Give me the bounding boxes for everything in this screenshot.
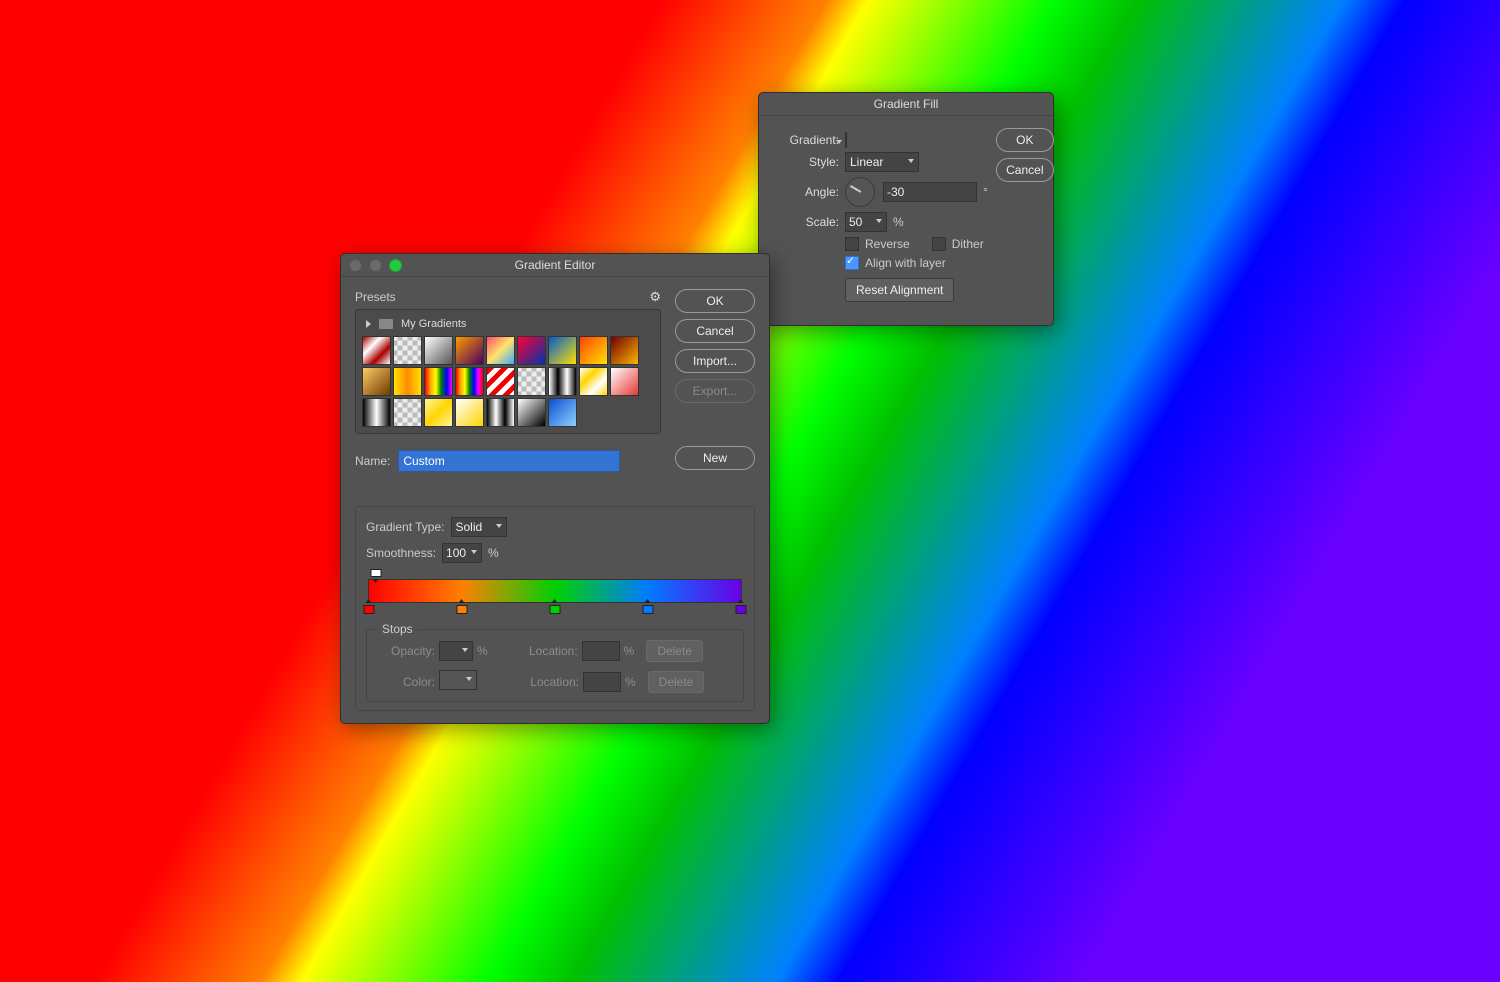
angle-unit: ° [983,185,988,199]
editor-ok-button[interactable]: OK [675,289,755,313]
preset-swatch[interactable] [362,367,391,396]
opacity-stop[interactable] [371,569,382,580]
smoothness-unit: % [488,546,499,560]
preset-swatch[interactable] [610,367,639,396]
export-button[interactable]: Export... [675,379,755,403]
gradient-fill-dialog: Gradient Fill Gradient: Style: Linear An… [758,92,1054,326]
gradient-editor-title: Gradient Editor [515,258,596,272]
preset-swatch[interactable] [517,398,546,427]
presets-panel: My Gradients [355,309,661,434]
gradient-settings-group: Gradient Type: Solid Smoothness: % [355,506,755,711]
opacity-location-input [582,641,620,661]
color-stop[interactable] [364,602,375,615]
stops-label: Stops [377,622,418,636]
gradient-editor-dialog: Gradient Editor Presets ⚙︎ My Gradients [340,253,770,724]
opacity-label: Opacity: [377,644,435,658]
dither-label: Dither [952,237,984,251]
folder-icon [379,319,393,329]
presets-folder[interactable]: My Gradients [362,316,654,336]
preset-swatch[interactable] [393,336,422,365]
reverse-label: Reverse [865,237,910,251]
preset-swatch[interactable] [424,336,453,365]
style-select[interactable]: Linear [845,152,919,172]
angle-label: Angle: [773,185,839,199]
name-label: Name: [355,454,390,468]
new-button[interactable]: New [675,446,755,470]
gradient-picker[interactable] [845,133,847,147]
gradient-bar[interactable] [368,579,742,603]
preset-swatch[interactable] [486,398,515,427]
gradient-editor-titlebar[interactable]: Gradient Editor [341,254,769,277]
color-location-input [583,672,621,692]
align-label: Align with layer [865,256,946,270]
preset-swatch[interactable] [455,398,484,427]
preset-swatch[interactable] [455,367,484,396]
preset-swatch[interactable] [393,398,422,427]
type-label: Gradient Type: [366,520,445,534]
preset-swatch[interactable] [424,367,453,396]
name-input[interactable] [398,450,620,472]
color-stop[interactable] [550,602,561,615]
smoothness-label: Smoothness: [366,546,436,560]
delete-opacity-stop-button[interactable]: Delete [646,640,703,662]
type-select[interactable]: Solid [451,517,507,537]
window-minimize-icon[interactable] [369,259,382,272]
color-stop[interactable] [736,602,747,615]
chevron-right-icon [366,320,371,328]
window-zoom-icon[interactable] [389,259,402,272]
folder-name: My Gradients [401,318,466,330]
preset-swatch[interactable] [579,367,608,396]
gear-icon[interactable]: ⚙︎ [649,289,661,305]
scale-label: Scale: [773,215,839,229]
reverse-checkbox[interactable] [845,237,859,251]
color-location-label: Location: [519,675,579,689]
opacity-unit: % [477,644,488,658]
preset-swatch[interactable] [455,336,484,365]
preset-swatch[interactable] [362,398,391,427]
cancel-button[interactable]: Cancel [996,158,1054,182]
preset-swatch[interactable] [486,367,515,396]
import-button[interactable]: Import... [675,349,755,373]
angle-input[interactable] [883,182,977,202]
window-close-icon[interactable] [349,259,362,272]
gradient-fill-titlebar[interactable]: Gradient Fill [759,93,1053,116]
color-stop[interactable] [643,602,654,615]
gradient-fill-title: Gradient Fill [874,97,939,111]
preset-swatch[interactable] [362,336,391,365]
opacity-location-unit: % [624,644,635,658]
dither-checkbox[interactable] [932,237,946,251]
smoothness-input[interactable] [442,543,482,563]
preset-swatch[interactable] [548,336,577,365]
style-label: Style: [773,155,839,169]
angle-wheel[interactable] [845,177,875,207]
ok-button[interactable]: OK [996,128,1054,152]
align-checkbox[interactable] [845,256,859,270]
opacity-location-label: Location: [518,644,578,658]
preset-swatch[interactable] [517,336,546,365]
preset-swatch[interactable] [517,367,546,396]
scale-unit: % [893,215,904,229]
editor-cancel-button[interactable]: Cancel [675,319,755,343]
preset-swatch[interactable] [393,367,422,396]
opacity-input [439,641,473,661]
preset-swatch[interactable] [486,336,515,365]
preset-swatch[interactable] [548,398,577,427]
reset-alignment-button[interactable]: Reset Alignment [845,278,954,302]
preset-swatch[interactable] [548,367,577,396]
preset-swatch[interactable] [579,336,608,365]
preset-swatch[interactable] [610,336,639,365]
color-stop[interactable] [457,602,468,615]
gradient-label: Gradient: [773,133,839,147]
stops-group: Stops Opacity: % Location: % Delete Colo… [366,629,744,702]
color-label: Color: [377,675,435,689]
color-location-unit: % [625,675,636,689]
scale-input[interactable] [845,212,887,232]
presets-label: Presets [355,290,396,304]
preset-swatch[interactable] [424,398,453,427]
color-swatch[interactable] [439,670,477,690]
preset-grid [362,336,654,427]
delete-color-stop-button[interactable]: Delete [648,671,705,693]
